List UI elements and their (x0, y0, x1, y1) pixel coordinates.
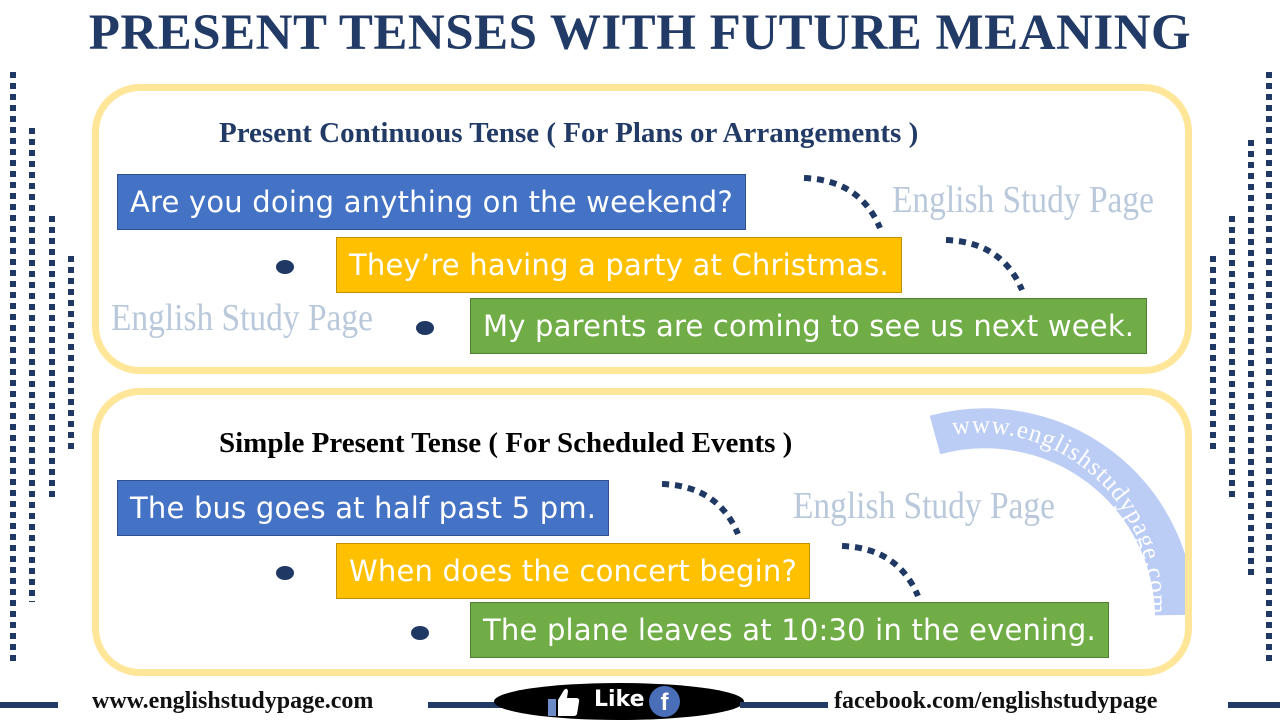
example-box: They’re having a party at Christmas. (336, 237, 902, 293)
watermark-brand: English Study Page (892, 179, 1154, 221)
thumbs-up-icon (548, 688, 580, 716)
footer-divider (740, 702, 828, 708)
section-heading: Simple Present Tense ( For Scheduled Eve… (219, 427, 793, 459)
example-box: The plane leaves at 10:30 in the evening… (470, 602, 1109, 658)
watermark-brand: English Study Page (111, 297, 373, 339)
bullet-icon (416, 321, 434, 335)
like-label: Like (594, 687, 645, 712)
decor-dots-right-4 (1210, 256, 1216, 452)
bullet-icon (276, 260, 294, 274)
facebook-like-button[interactable]: Like f (494, 683, 744, 720)
example-box: Are you doing anything on the weekend? (117, 174, 746, 230)
decor-dots-left-2 (29, 128, 35, 602)
website-link[interactable]: www.englishstudypage.com (92, 688, 373, 715)
footer-divider (0, 702, 58, 708)
dotted-arc-decoration (841, 543, 921, 598)
decor-dots-right-2 (1248, 140, 1254, 580)
dotted-arc-decoration (945, 237, 1025, 292)
example-box: When does the concert begin? (336, 543, 811, 599)
section-heading: Present Continuous Tense ( For Plans or … (219, 117, 919, 149)
dotted-arc-decoration (661, 481, 741, 536)
decor-dots-left-4 (68, 256, 74, 452)
bullet-icon (411, 626, 429, 640)
example-box: The bus goes at half past 5 pm. (117, 480, 610, 536)
decor-dots-right-3 (1229, 216, 1235, 502)
bullet-icon (276, 566, 294, 580)
decor-dots-left-1 (10, 72, 16, 662)
page-title: PRESENT TENSES WITH FUTURE MEANING (88, 5, 1192, 61)
example-box: My parents are coming to see us next wee… (470, 298, 1148, 354)
decor-dots-right-1 (1266, 72, 1272, 662)
watermark-brand: English Study Page (793, 485, 1055, 527)
facebook-link[interactable]: facebook.com/englishstudypage (834, 688, 1157, 715)
decor-dots-left-3 (49, 216, 55, 502)
dotted-arc-decoration (803, 175, 883, 230)
footer-divider (1228, 702, 1280, 708)
facebook-icon: f (649, 686, 680, 717)
